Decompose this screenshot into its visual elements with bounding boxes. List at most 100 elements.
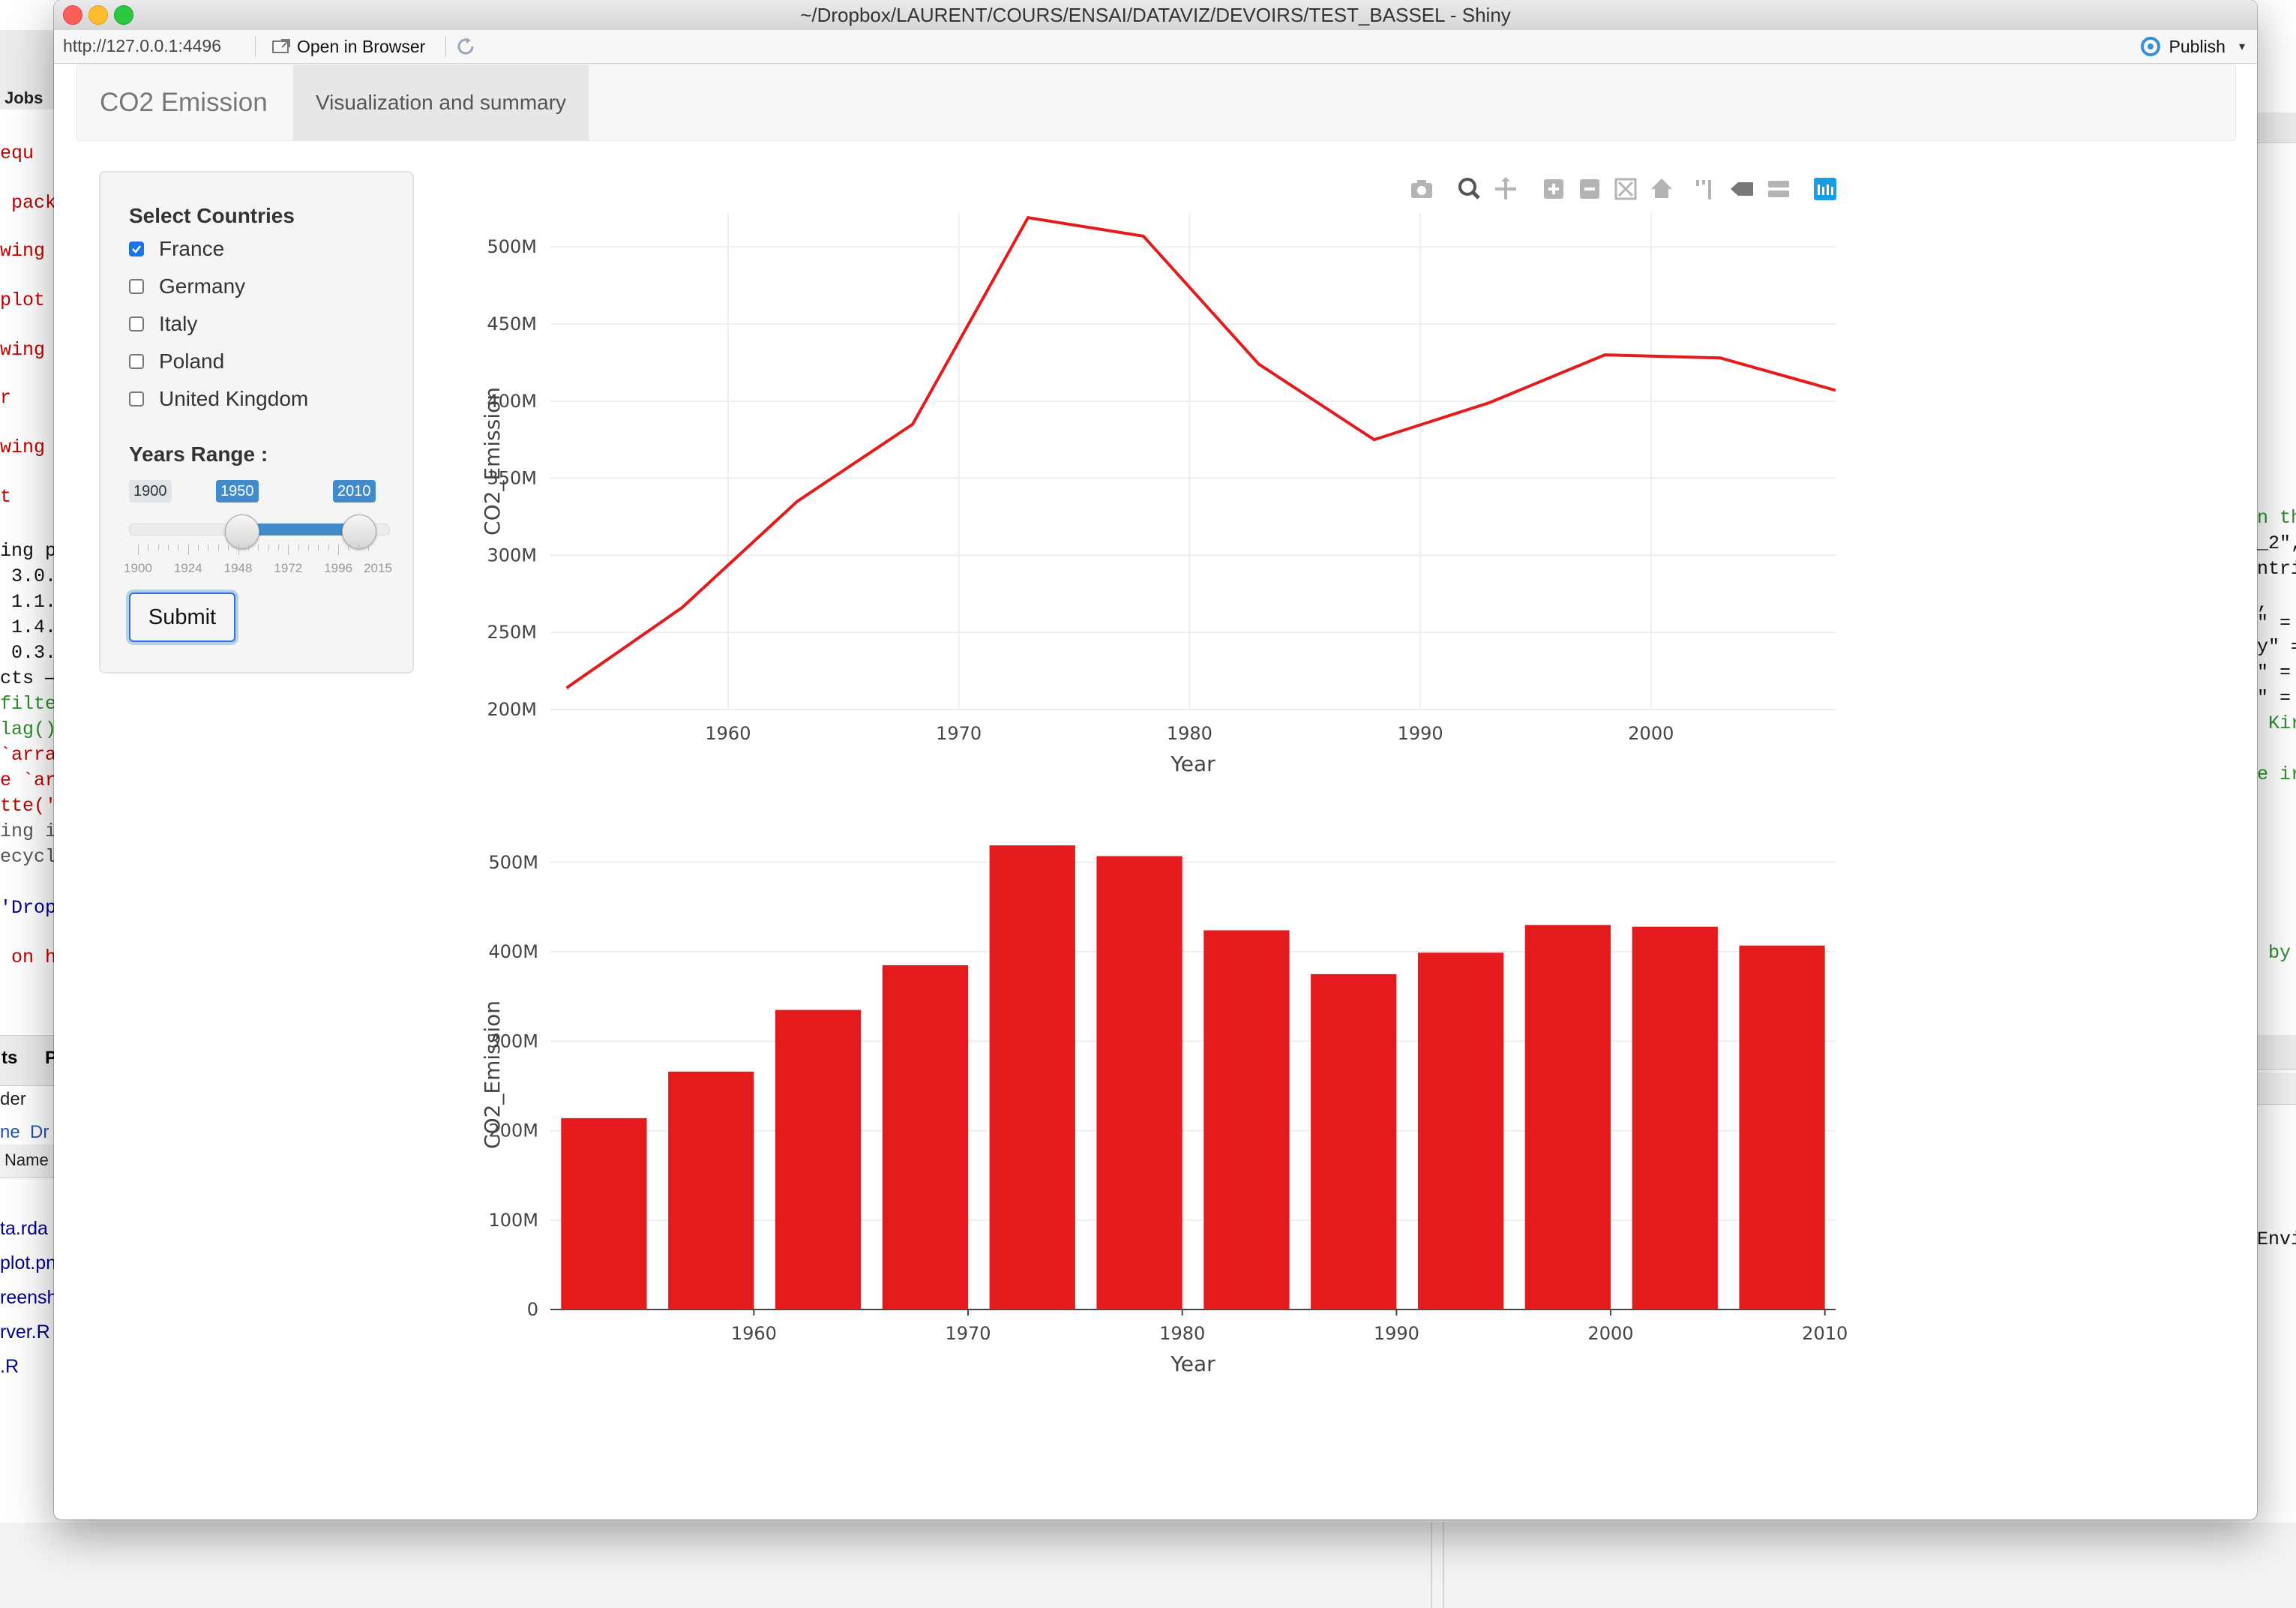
rstudio-bottom-background <box>0 1522 2296 1608</box>
x-axis-title: Year <box>1170 1352 1215 1376</box>
code-line: Kir <box>2268 712 2296 734</box>
code-line: " = <box>2257 687 2292 709</box>
bar[interactable] <box>1203 930 1290 1310</box>
spike-lines-icon[interactable] <box>1696 180 1711 200</box>
code-line: ing i <box>0 820 57 842</box>
file-item[interactable]: ta.rda <box>0 1218 48 1240</box>
code-line: `arra <box>0 744 57 766</box>
x-tick-label: 1960 <box>731 1323 777 1344</box>
code-line: , <box>2257 592 2269 614</box>
code-line: filte <box>0 693 57 715</box>
bar[interactable] <box>1739 945 1825 1310</box>
code-line: e `ar <box>0 770 57 791</box>
code-line: e ir <box>2257 764 2296 785</box>
hover-closest-icon[interactable] <box>1731 182 1753 196</box>
code-line: n th <box>2257 507 2296 529</box>
plotly-logo-icon[interactable] <box>1814 178 1836 200</box>
file-item[interactable]: .R <box>0 1356 19 1378</box>
y-tick-label: 100M <box>488 1210 538 1231</box>
bar[interactable] <box>1096 856 1182 1310</box>
reset-axes-icon[interactable] <box>1651 178 1672 198</box>
lower-pane-toolbar <box>2257 1072 2296 1105</box>
pan-icon[interactable] <box>1495 177 1516 200</box>
pane-splitter <box>1443 1522 1444 1608</box>
y-axis-title: CO2_Emission <box>480 387 505 536</box>
code-line: t <box>0 486 12 508</box>
code-line: 1.4. <box>0 616 57 638</box>
bar[interactable] <box>1524 925 1611 1310</box>
file-item[interactable]: rver.R <box>0 1322 50 1343</box>
pane-tab-ts[interactable]: ts <box>1 1048 17 1069</box>
x-tick-label: 1980 <box>1167 723 1212 744</box>
bar[interactable] <box>668 1071 754 1310</box>
bar[interactable] <box>561 1118 647 1310</box>
x-axis-title: Year <box>1170 752 1215 776</box>
y-tick-label: 450M <box>487 314 537 334</box>
editor-tabstrip <box>2257 112 2296 143</box>
code-line: ing p <box>0 540 57 562</box>
zoom-out-icon[interactable] <box>1580 179 1599 199</box>
lower-pane-strip <box>2257 1035 2296 1070</box>
code-line: on h <box>0 946 57 968</box>
shiny-window: ~/Dropbox/LAURENT/COURS/ENSAI/DATAVIZ/DE… <box>54 0 2257 1520</box>
bar[interactable] <box>1632 926 1718 1310</box>
file-item[interactable]: reensh <box>0 1287 57 1309</box>
x-tick-label: 1990 <box>1398 723 1443 744</box>
lower-pane-tabs: ts P <box>0 1035 60 1086</box>
y-tick-label: 500M <box>488 852 538 873</box>
code-line: 1.1. <box>0 591 57 613</box>
code-line: ntri <box>2257 558 2296 580</box>
files-breadcrumb[interactable]: ne Dr <box>0 1122 49 1143</box>
plotly-modebar <box>1411 177 1836 200</box>
series-line[interactable] <box>565 215 1836 689</box>
file-item[interactable]: plot.pn <box>0 1252 56 1274</box>
bar[interactable] <box>882 964 969 1310</box>
bar[interactable] <box>1417 952 1504 1310</box>
files-header: Name <box>0 1144 60 1178</box>
code-line: equ <box>0 142 34 164</box>
bar[interactable] <box>775 1010 862 1310</box>
x-tick-label: 2000 <box>1628 723 1674 744</box>
code-line: wing <box>0 240 46 262</box>
code-line: r <box>0 387 12 409</box>
bar[interactable] <box>989 845 1075 1310</box>
name-column-header[interactable]: Name <box>4 1150 49 1170</box>
pane-splitter <box>1431 1522 1432 1608</box>
y-tick-label: 500M <box>487 236 537 257</box>
bar[interactable] <box>1311 974 1397 1310</box>
y-tick-label: 200M <box>487 699 537 720</box>
x-tick-label: 1960 <box>705 723 751 744</box>
code-line: Envi <box>2257 1228 2296 1250</box>
zoom-icon[interactable] <box>1458 178 1480 200</box>
y-tick-label: 300M <box>487 544 537 566</box>
charts-area: 1960 1970 1980 1990 2000200M250M300M350M400M… <box>480 177 1848 1376</box>
pane-label-der: der <box>0 1089 26 1109</box>
code-line: by <box>2257 942 2292 964</box>
code-line: 3.0. <box>0 566 57 587</box>
code-line: tte(' <box>0 795 57 817</box>
zoom-in-icon[interactable] <box>1544 179 1563 199</box>
x-tick-label: 1980 <box>1159 1323 1205 1344</box>
y-tick-label: 0 <box>527 1299 538 1320</box>
code-line: wing <box>0 436 46 458</box>
code-line: pack <box>0 192 57 214</box>
rstudio-toolbar <box>0 30 60 97</box>
code-line: cts — <box>0 668 57 689</box>
x-tick-label: 1990 <box>1374 1323 1419 1344</box>
hover-compare-icon[interactable] <box>1768 181 1789 197</box>
rstudio-background-right: n th_2",ntri," =y" =" = "" = Kire ir byE… <box>2257 0 2296 1608</box>
code-line: _2", <box>2257 532 2296 554</box>
code-line: " = " <box>2257 662 2292 683</box>
code-line: plot <box>0 290 46 311</box>
x-tick-label: 2000 <box>1588 1323 1634 1344</box>
jobs-tab[interactable]: Jobs <box>0 88 60 110</box>
y-tick-label: 250M <box>487 622 537 643</box>
autoscale-icon[interactable] <box>1614 178 1637 200</box>
x-tick-label: 1970 <box>946 1323 991 1344</box>
code-line: 'Drop <box>0 897 57 919</box>
code-line: y" = <box>2257 636 2296 658</box>
code-line: " = <box>2257 612 2292 634</box>
code-line: ecycl <box>0 846 57 868</box>
code-line: wing <box>0 339 46 361</box>
camera-icon[interactable] <box>1411 180 1432 198</box>
